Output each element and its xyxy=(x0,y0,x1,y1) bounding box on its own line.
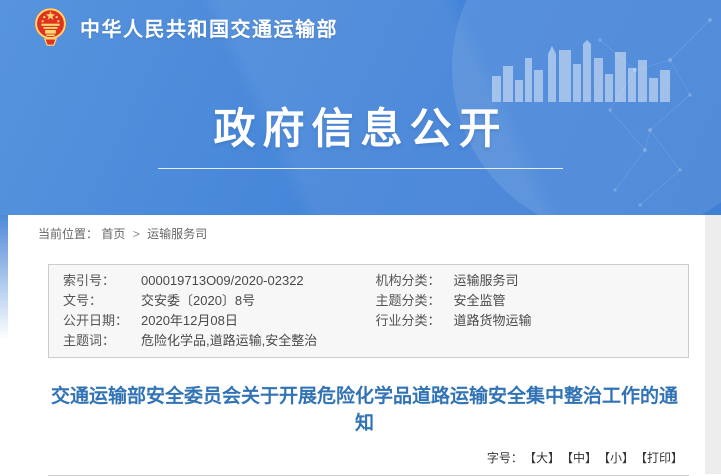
meta-row-keywords: 主题词： 危险化学品,道路运输,安全整治 xyxy=(63,331,376,351)
right-scrollbar-gutter xyxy=(705,215,721,474)
meta-value: 道路货物运输 xyxy=(454,311,532,331)
meta-label: 公开日期： xyxy=(63,311,141,331)
print-button[interactable]: 【打印】 xyxy=(641,451,683,465)
meta-row-index-no: 索引号： 000019713O09/2020-02322 xyxy=(63,271,376,291)
font-size-large-button[interactable]: 【大】 xyxy=(530,451,560,465)
meta-row-industry-category: 行业分类： 道路货物运输 xyxy=(376,311,689,331)
meta-value: 2020年12月08日 xyxy=(141,311,238,331)
meta-value: 交安委〔2020〕8号 xyxy=(141,291,255,311)
meta-label: 行业分类： xyxy=(376,311,454,331)
meta-value: 000019713O09/2020-02322 xyxy=(141,271,304,291)
meta-label: 主题分类： xyxy=(376,291,454,311)
page: 中华人民共和国交通运输部 政府信息公开 当前位置： 首页 > 运输服务司 索引号… xyxy=(0,0,721,474)
banner-heading: 政府信息公开 xyxy=(0,95,721,169)
breadcrumb-label: 当前位置： xyxy=(38,227,98,241)
meta-row-topic-category: 主题分类： 安全监管 xyxy=(376,291,689,311)
meta-row-doc-no: 文号： 交安委〔2020〕8号 xyxy=(63,291,376,311)
national-emblem-icon xyxy=(34,7,67,47)
meta-column-right: 机构分类： 运输服务司 主题分类： 安全监管 行业分类： 道路货物运输 xyxy=(376,271,689,351)
site-header: 中华人民共和国交通运输部 政府信息公开 xyxy=(0,0,721,215)
meta-label: 机构分类： xyxy=(376,271,454,291)
left-gradient-decoration xyxy=(0,215,8,340)
city-skyline-icon xyxy=(492,40,674,102)
content-area: 当前位置： 首页 > 运输服务司 索引号： 000019713O09/2020-… xyxy=(0,215,721,474)
meta-row-publish-date: 公开日期： 2020年12月08日 xyxy=(63,311,376,331)
meta-label: 主题词： xyxy=(63,331,141,351)
meta-column-left: 索引号： 000019713O09/2020-02322 文号： 交安委〔202… xyxy=(63,271,376,351)
site-logo[interactable]: 中华人民共和国交通运输部 xyxy=(34,7,338,47)
breadcrumb-link-department[interactable]: 运输服务司 xyxy=(147,227,207,241)
title-underline xyxy=(158,168,563,169)
meta-label: 索引号： xyxy=(63,271,141,291)
breadcrumb: 当前位置： 首页 > 运输服务司 xyxy=(38,215,691,242)
meta-row-agency-category: 机构分类： 运输服务司 xyxy=(376,271,689,291)
meta-value: 运输服务司 xyxy=(454,271,519,291)
site-name: 中华人民共和国交通运输部 xyxy=(80,13,338,42)
font-size-medium-button[interactable]: 【中】 xyxy=(567,451,597,465)
font-size-small-button[interactable]: 【小】 xyxy=(604,451,634,465)
breadcrumb-link-home[interactable]: 首页 xyxy=(101,227,125,241)
meta-value: 安全监管 xyxy=(454,291,506,311)
meta-label: 文号： xyxy=(63,291,141,311)
meta-value: 危险化学品,道路运输,安全整治 xyxy=(141,331,317,351)
page-title: 政府信息公开 xyxy=(0,95,721,156)
breadcrumb-separator: > xyxy=(133,227,140,241)
document-title: 交通运输部安全委员会关于开展危险化学品道路运输安全集中整治工作的通知 xyxy=(42,383,687,437)
main-panel: 当前位置： 首页 > 运输服务司 索引号： 000019713O09/2020-… xyxy=(8,215,705,474)
font-size-toolbar: 字号： 【大】【中】【小】【打印】 xyxy=(38,449,691,466)
document-meta-table: 索引号： 000019713O09/2020-02322 文号： 交安委〔202… xyxy=(48,264,689,358)
font-size-label: 字号： xyxy=(487,451,523,465)
